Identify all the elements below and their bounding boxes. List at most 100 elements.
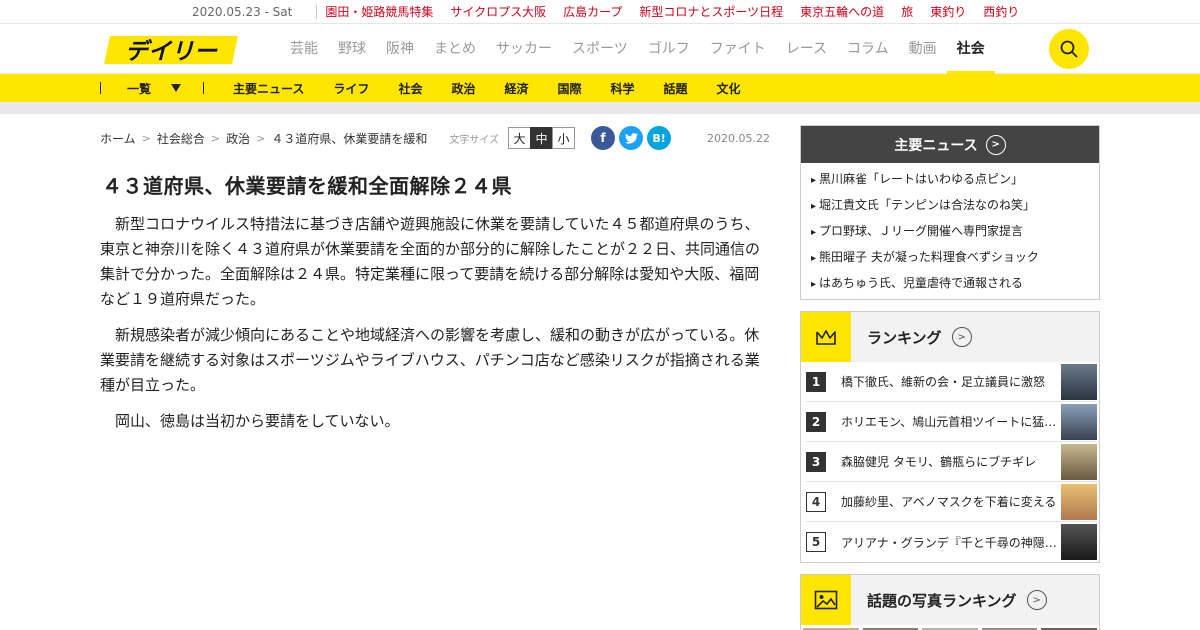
nav-sports[interactable]: スポーツ [562, 24, 638, 74]
font-size-large-button[interactable]: 大 [508, 127, 532, 149]
global-nav: 芸能 野球 阪神 まとめ サッカー スポーツ ゴルフ ファイト レース コラム … [280, 24, 995, 74]
rank-number: 3 [806, 451, 826, 472]
subnav-item[interactable]: 科学 [611, 80, 635, 97]
top-link[interactable]: 広島カープ [563, 3, 622, 20]
ranking-row[interactable]: 3 森脇健児 タモリ、鶴瓶らにブチギレ [806, 442, 1097, 482]
font-size-label: 文字サイズ [449, 134, 500, 146]
rank-thumbnail [1061, 363, 1097, 400]
divider [316, 4, 318, 19]
breadcrumb-category[interactable]: 社会総合 [157, 130, 205, 147]
breadcrumb: ホーム > 社会総合 > 政治 > ４３道府県、休業要請を緩和 [100, 130, 427, 147]
rank-text: 加藤紗里、アベノマスクを下着に変える [841, 495, 1057, 509]
breadcrumb-home[interactable]: ホーム [100, 130, 136, 147]
hatena-icon: B! [652, 131, 666, 145]
nav-matome[interactable]: まとめ [424, 24, 486, 74]
subnav-item[interactable]: ライフ [333, 80, 369, 97]
all-menu-label: 一覧 [127, 81, 152, 96]
ranking-row[interactable]: 2 ホリエモン、鳩山元首相ツイートに猛反論 [806, 402, 1097, 442]
subnav-item[interactable]: 国際 [557, 80, 581, 97]
top-news-title: 主要ニュース [894, 137, 978, 154]
rank-thumbnail [1061, 443, 1097, 480]
news-item[interactable]: 熊田曜子 夫が凝った料理食べずショック [811, 245, 1089, 271]
news-item[interactable]: 堀江貴文氏「テンピンは合法なのね笑」 [811, 193, 1089, 219]
facebook-share-button[interactable]: f [591, 126, 616, 150]
subnav-item[interactable]: 社会 [398, 80, 422, 97]
twitter-share-button[interactable] [619, 126, 644, 150]
news-item[interactable]: 黒川麻雀「レートはいわゆる点ピン」 [811, 167, 1089, 193]
triangle-down-icon [171, 84, 182, 92]
photo-thumbnails [801, 625, 1099, 630]
search-icon [1060, 40, 1078, 58]
top-link[interactable]: 新型コロナとスポーツ日程 [639, 3, 783, 20]
twitter-icon [624, 132, 638, 144]
ranking-header[interactable]: ランキング > [801, 312, 1099, 362]
divider [203, 82, 205, 94]
article-paragraph: 新規感染者が減少傾向にあることや地域経済への影響を考慮し、緩和の動きが広がってい… [100, 326, 760, 394]
article-paragraph: 新型コロナウイルス特措法に基づき店舗や遊興施設に休業を要請していた４５都道府県の… [100, 215, 761, 308]
font-size-medium-button[interactable]: 中 [530, 127, 554, 149]
nav-video[interactable]: 動画 [899, 24, 947, 74]
font-size-small-button[interactable]: 小 [552, 127, 576, 149]
rank-number: 4 [806, 491, 826, 512]
chevron-right-icon: > [985, 134, 1006, 155]
ranking-box: ランキング > 1 橋下徹氏、維新の会・足立議員に激怒 2 ホリエモン、鳩山元首… [800, 311, 1100, 563]
nav-shakai[interactable]: 社会 [946, 24, 995, 74]
rank-text: 森脇健児 タモリ、鶴瓶らにブチギレ [841, 455, 1037, 469]
breadcrumb-subcategory[interactable]: 政治 [226, 130, 250, 147]
current-date: 2020.05.23 - Sat [192, 4, 293, 19]
chevron-right-icon: > [210, 131, 221, 145]
chevron-right-icon: > [141, 131, 151, 145]
rank-text: アリアナ・グランデ『千と千尋の神隠し』 [841, 535, 1059, 550]
top-link[interactable]: 旅 [901, 3, 913, 20]
hatena-bookmark-button[interactable]: B! [647, 126, 672, 150]
subnav-item[interactable]: 政治 [451, 80, 475, 97]
nav-geinou[interactable]: 芸能 [280, 24, 328, 74]
photo-ranking-header[interactable]: 話題の写真ランキング > [801, 575, 1099, 625]
rank-number: 5 [806, 532, 826, 552]
top-link[interactable]: 東京五輪への道 [800, 3, 884, 20]
article-body: 新型コロナウイルス特措法に基づき店舗や遊興施設に休業を要請していた４５都道府県の… [100, 212, 770, 434]
nav-race[interactable]: レース [776, 24, 837, 74]
rank-text: ホリエモン、鳩山元首相ツイートに猛反論 [841, 415, 1059, 429]
article-paragraph: 岡山、徳島は当初から要請をしていない。 [115, 412, 400, 430]
image-icon [801, 575, 851, 625]
nav-soccer[interactable]: サッカー [486, 24, 562, 74]
ranking-row[interactable]: 1 橋下徹氏、維新の会・足立議員に激怒 [806, 362, 1097, 402]
ranking-row[interactable]: 4 加藤紗里、アベノマスクを下着に変える [806, 482, 1097, 522]
nav-hanshin[interactable]: 阪神 [376, 24, 424, 74]
nav-column[interactable]: コラム [837, 24, 899, 74]
nav-golf[interactable]: ゴルフ [638, 24, 700, 74]
nav-fight[interactable]: ファイト [700, 24, 776, 74]
subnav-item[interactable]: 経済 [504, 80, 528, 97]
top-link[interactable]: 園田・姫路競馬特集 [325, 3, 433, 20]
news-item[interactable]: プロ野球、Ｊリーグ開催へ専門家提言 [811, 219, 1089, 245]
chevron-right-icon: > [256, 131, 266, 145]
top-news-list: 黒川麻雀「レートはいわゆる点ピン」 堀江貴文氏「テンピンは合法なのね笑」 プロ野… [801, 163, 1099, 299]
ranking-row[interactable]: 5 アリアナ・グランデ『千と千尋の神隠し』 [806, 522, 1097, 562]
top-link[interactable]: サイクロプス大阪 [450, 3, 546, 20]
top-news-box: 主要ニュース > 黒川麻雀「レートはいわゆる点ピン」 堀江貴文氏「テンピンは合法… [800, 125, 1100, 300]
top-link[interactable]: 東釣り [930, 3, 966, 20]
search-button[interactable] [1049, 29, 1089, 69]
site-header: デイリー 芸能 野球 阪神 まとめ サッカー スポーツ ゴルフ ファイト レース… [0, 24, 1200, 74]
rank-thumbnail [1061, 483, 1097, 520]
site-logo[interactable]: デイリー [100, 34, 240, 66]
subnav-item[interactable]: 話題 [664, 80, 688, 97]
nav-yakyu[interactable]: 野球 [328, 24, 376, 74]
rank-thumbnail [1061, 524, 1097, 560]
chevron-right-icon: > [1026, 590, 1047, 610]
publish-date: 2020.05.22 [707, 131, 770, 145]
subnav-item[interactable]: 文化 [717, 80, 741, 97]
facebook-icon: f [600, 131, 606, 145]
sidebar: 主要ニュース > 黒川麻雀「レートはいわゆる点ピン」 堀江貴文氏「テンピンは合法… [800, 125, 1100, 630]
logo-text: デイリー [125, 38, 218, 65]
breadcrumb-current: ４３道府県、休業要請を緩和 [271, 131, 428, 146]
subnav-item[interactable]: 主要ニュース [233, 80, 304, 97]
top-link[interactable]: 西釣り [983, 3, 1019, 20]
top-strip: 2020.05.23 - Sat 園田・姫路競馬特集 サイクロプス大阪 広島カー… [0, 0, 1200, 24]
rank-number: 2 [806, 411, 826, 432]
news-item[interactable]: はあちゅう氏、児童虐待で通報される [811, 271, 1089, 297]
top-news-header[interactable]: 主要ニュース > [801, 126, 1099, 163]
chevron-right-icon: > [951, 327, 972, 347]
all-menu-toggle[interactable]: 一覧 [101, 80, 203, 97]
